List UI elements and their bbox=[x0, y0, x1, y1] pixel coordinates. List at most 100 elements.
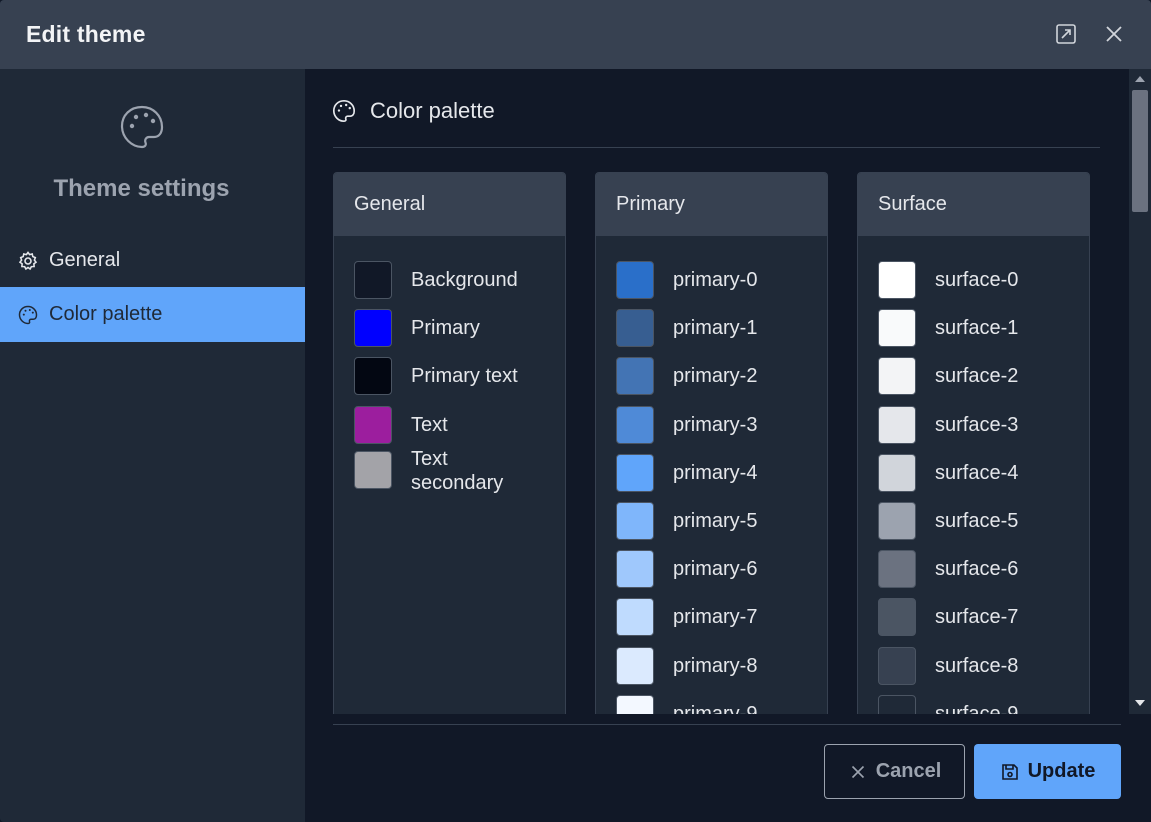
color-row: surface-3 bbox=[878, 401, 1089, 449]
color-row: primary-3 bbox=[616, 401, 827, 449]
panel-title: General bbox=[334, 173, 565, 236]
color-label: primary-4 bbox=[673, 461, 758, 484]
color-swatch[interactable] bbox=[616, 646, 654, 685]
color-row: surface-4 bbox=[878, 449, 1089, 497]
color-label: primary-5 bbox=[673, 510, 758, 533]
scroll-down-arrow-icon[interactable] bbox=[1135, 700, 1145, 706]
color-row: primary-4 bbox=[616, 449, 827, 497]
color-swatch[interactable] bbox=[878, 357, 916, 396]
sidebar-heading: Theme settings bbox=[53, 175, 230, 202]
color-swatch[interactable] bbox=[878, 502, 916, 541]
cancel-button[interactable]: Cancel bbox=[824, 744, 965, 799]
color-label: primary-7 bbox=[673, 606, 758, 629]
panel-general: General Background Primary Primary text Tex… bbox=[333, 172, 566, 714]
sidebar-item-general[interactable]: General bbox=[0, 233, 305, 288]
color-label: surface-8 bbox=[935, 654, 1019, 677]
gear-icon bbox=[18, 250, 38, 271]
color-row: surface-2 bbox=[878, 352, 1089, 400]
color-swatch[interactable] bbox=[616, 309, 654, 348]
color-swatch[interactable] bbox=[616, 357, 654, 396]
color-swatch[interactable] bbox=[878, 453, 916, 492]
color-swatch[interactable] bbox=[878, 309, 916, 348]
color-label: surface-6 bbox=[935, 558, 1019, 581]
color-row: primary-1 bbox=[616, 304, 827, 352]
color-label: primary-2 bbox=[673, 365, 758, 388]
color-label: Primary bbox=[411, 317, 480, 340]
dialog-titlebar: Edit theme bbox=[0, 0, 1151, 69]
color-row: Text bbox=[354, 401, 565, 449]
color-row: surface-7 bbox=[878, 593, 1089, 641]
color-row: primary-7 bbox=[616, 593, 827, 641]
color-row: Text secondary bbox=[354, 447, 565, 509]
color-swatch[interactable] bbox=[354, 309, 392, 348]
maximize-icon bbox=[1056, 24, 1076, 44]
sidebar-item-color-palette[interactable]: Color palette bbox=[0, 287, 305, 342]
color-row: surface-6 bbox=[878, 545, 1089, 593]
cancel-label: Cancel bbox=[875, 760, 942, 782]
panel-title: Surface bbox=[858, 173, 1089, 236]
color-swatch[interactable] bbox=[354, 261, 392, 300]
color-swatch[interactable] bbox=[354, 405, 392, 444]
panel-body: Background Primary Primary text Text Text se… bbox=[334, 236, 565, 509]
color-swatch[interactable] bbox=[878, 694, 916, 714]
color-label: surface-5 bbox=[935, 510, 1019, 533]
color-row: Primary bbox=[354, 304, 565, 352]
color-label: Text bbox=[411, 413, 448, 436]
panel-body: primary-0 primary-1 primary-2 primary-3 prim… bbox=[596, 236, 827, 714]
section-header: Color palette bbox=[332, 98, 495, 124]
color-swatch[interactable] bbox=[616, 598, 654, 637]
color-label: surface-7 bbox=[935, 606, 1019, 629]
color-swatch[interactable] bbox=[616, 453, 654, 492]
color-label: surface-4 bbox=[935, 461, 1019, 484]
update-label: Update bbox=[1027, 760, 1096, 782]
color-row: surface-8 bbox=[878, 642, 1089, 690]
color-swatch[interactable] bbox=[354, 450, 392, 489]
close-icon bbox=[1106, 26, 1122, 42]
close-icon bbox=[848, 762, 868, 782]
color-swatch[interactable] bbox=[616, 405, 654, 444]
maximize-button[interactable] bbox=[1054, 22, 1078, 46]
color-row: primary-5 bbox=[616, 497, 827, 545]
color-swatch[interactable] bbox=[878, 550, 916, 589]
section-divider bbox=[333, 147, 1100, 148]
color-label: surface-0 bbox=[935, 269, 1019, 292]
save-icon bbox=[1000, 762, 1020, 782]
main-content: Color palette General Background Primary P… bbox=[305, 69, 1151, 822]
scroll-up-arrow-icon[interactable] bbox=[1135, 76, 1145, 82]
color-row: surface-1 bbox=[878, 304, 1089, 352]
color-label: Text secondary bbox=[411, 447, 504, 494]
color-label: surface-9 bbox=[935, 702, 1019, 714]
panel-surface: Surface surface-0 surface-1 surface-2 surfa… bbox=[857, 172, 1090, 714]
color-label: primary-3 bbox=[673, 413, 758, 436]
palette-icon bbox=[18, 305, 38, 325]
vertical-scrollbar[interactable] bbox=[1129, 69, 1151, 714]
color-row: surface-0 bbox=[878, 256, 1089, 304]
color-swatch[interactable] bbox=[354, 357, 392, 396]
close-button[interactable] bbox=[1102, 22, 1126, 46]
color-swatch[interactable] bbox=[616, 550, 654, 589]
panel-title: Primary bbox=[596, 173, 827, 236]
update-button[interactable]: Update bbox=[974, 744, 1121, 799]
color-swatch[interactable] bbox=[616, 502, 654, 541]
color-label: primary-6 bbox=[673, 558, 758, 581]
color-label: surface-3 bbox=[935, 413, 1019, 436]
color-label: primary-0 bbox=[673, 269, 758, 292]
palette-icon bbox=[120, 105, 164, 149]
color-swatch[interactable] bbox=[616, 694, 654, 714]
color-label: primary-9 bbox=[673, 702, 758, 714]
scrollbar-thumb[interactable] bbox=[1132, 90, 1148, 212]
color-swatch[interactable] bbox=[878, 598, 916, 637]
color-swatch[interactable] bbox=[878, 405, 916, 444]
color-label: Background bbox=[411, 269, 518, 292]
palette-scroll-area[interactable]: General Background Primary Primary text Tex… bbox=[333, 172, 1103, 714]
color-row: Background bbox=[354, 256, 565, 304]
dialog-title: Edit theme bbox=[26, 21, 146, 47]
color-row: primary-8 bbox=[616, 642, 827, 690]
color-row: primary-9 bbox=[616, 690, 827, 714]
color-row: primary-6 bbox=[616, 545, 827, 593]
color-label: primary-1 bbox=[673, 317, 758, 340]
color-swatch[interactable] bbox=[878, 646, 916, 685]
color-swatch[interactable] bbox=[616, 261, 654, 300]
sidebar-item-label: Color palette bbox=[49, 303, 163, 325]
color-swatch[interactable] bbox=[878, 261, 916, 300]
